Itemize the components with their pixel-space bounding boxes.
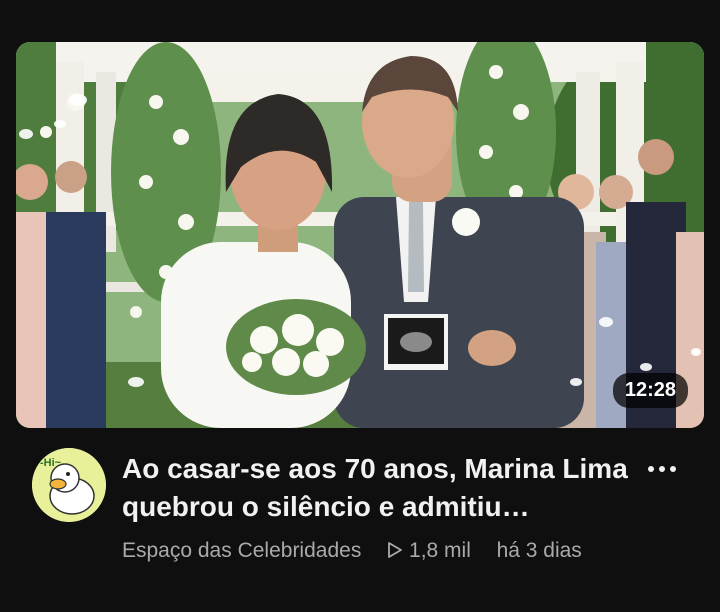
channel-name[interactable]: Espaço das Celebridades xyxy=(122,539,361,562)
play-outline-icon xyxy=(388,542,402,558)
video-thumbnail[interactable]: 12:28 xyxy=(16,42,704,428)
video-meta: -Hi~ Ao casar-se aos 70 anos, Marina Lim… xyxy=(0,440,720,612)
video-metadata-line: Espaço das Celebridades 1,8 mil há 3 dia… xyxy=(122,536,602,566)
svg-text:-Hi~: -Hi~ xyxy=(40,457,62,469)
channel-avatar[interactable]: -Hi~ xyxy=(32,448,106,522)
view-count: 1,8 mil xyxy=(409,539,471,562)
duck-cartoon-icon: -Hi~ xyxy=(32,448,106,522)
wedding-scene-image xyxy=(16,42,704,428)
upload-age: há 3 dias xyxy=(496,539,582,562)
video-title[interactable]: Ao casar-se aos 70 anos, Marina Lima que… xyxy=(122,450,642,526)
more-vertical-icon xyxy=(648,466,654,472)
duration-badge: 12:28 xyxy=(612,373,688,408)
more-options-button[interactable] xyxy=(640,452,684,486)
video-card[interactable]: 12:28 -Hi~ Ao casar-se aos 70 anos, Mari… xyxy=(0,0,720,612)
